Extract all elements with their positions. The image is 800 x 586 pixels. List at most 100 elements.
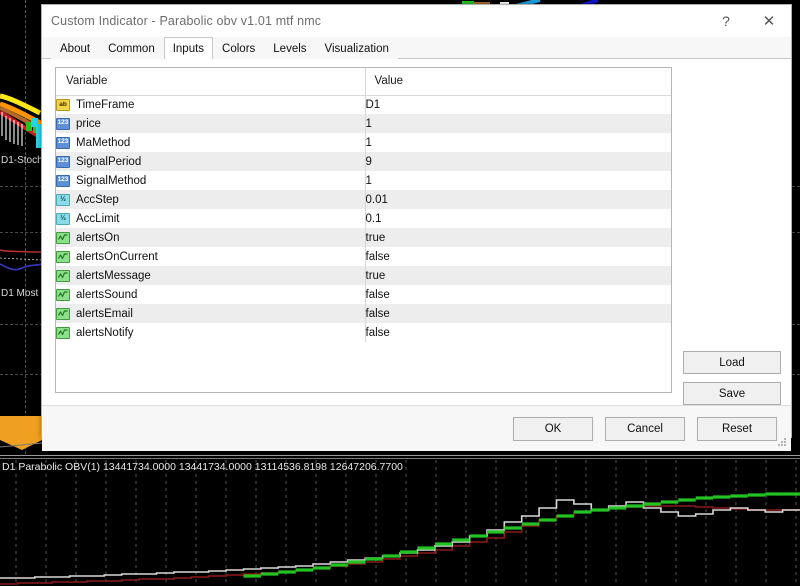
- table-row[interactable]: ½ AccStep 0.01: [56, 190, 671, 209]
- reset-button[interactable]: Reset: [697, 416, 777, 441]
- help-icon[interactable]: ?: [705, 6, 747, 37]
- table-row[interactable]: ½ AccLimit 0.1: [56, 209, 671, 228]
- tab-about[interactable]: About: [51, 38, 100, 59]
- bool-type-icon: [56, 288, 70, 301]
- variable-cell-content: 123 SignalMethod: [56, 174, 365, 187]
- variable-name: alertsMessage: [76, 269, 151, 282]
- variable-cell[interactable]: 123 MaMethod: [56, 133, 365, 152]
- variable-cell-content: 123 price: [56, 117, 365, 130]
- custom-indicator-dialog: Custom Indicator - Parabolic obv v1.01 m…: [41, 4, 792, 451]
- variable-cell[interactable]: 123 SignalMethod: [56, 171, 365, 190]
- cancel-button[interactable]: Cancel: [605, 416, 685, 441]
- value-cell[interactable]: true: [364, 228, 671, 247]
- variable-cell-content: alertsOn: [56, 231, 365, 244]
- table-row[interactable]: alertsOn true: [56, 228, 671, 247]
- tab-colors[interactable]: Colors: [213, 38, 265, 59]
- table-row[interactable]: 123 MaMethod 1: [56, 133, 671, 152]
- variable-cell[interactable]: alertsMessage: [56, 266, 365, 285]
- table-header-row: Variable Value: [56, 68, 671, 96]
- table-row[interactable]: alertsSound false: [56, 285, 671, 304]
- grip-dot: [781, 444, 783, 446]
- grip-dot: [781, 441, 783, 443]
- value-cell[interactable]: 0.1: [364, 209, 671, 228]
- bool-type-icon: [56, 326, 70, 339]
- inputs-table-body: ab TimeFrame D1 123 price 1 123 MaMethod 1 123 Sig…: [56, 95, 671, 342]
- variable-name: alertsOn: [76, 231, 120, 244]
- table-row[interactable]: alertsEmail false: [56, 304, 671, 323]
- variable-cell[interactable]: 123 price: [56, 114, 365, 133]
- value-cell[interactable]: 1: [364, 114, 671, 133]
- int-type-icon: 123: [56, 136, 70, 149]
- variable-cell-content: alertsOnCurrent: [56, 250, 365, 263]
- grip-dot: [778, 444, 780, 446]
- value-cell[interactable]: false: [364, 323, 671, 342]
- value-cell[interactable]: 0.01: [364, 190, 671, 209]
- parabolic-obv-pane: [0, 460, 800, 586]
- variable-cell[interactable]: ab TimeFrame: [56, 95, 365, 114]
- variable-cell-content: 123 SignalPeriod: [56, 155, 365, 168]
- table-row[interactable]: alertsMessage true: [56, 266, 671, 285]
- value-cell[interactable]: 1: [364, 133, 671, 152]
- value-cell[interactable]: false: [364, 304, 671, 323]
- variable-cell[interactable]: alertsSound: [56, 285, 365, 304]
- value-cell[interactable]: true: [364, 266, 671, 285]
- variable-name: alertsOnCurrent: [76, 250, 158, 263]
- variable-name: AccLimit: [76, 212, 120, 225]
- variable-name: alertsSound: [76, 288, 138, 301]
- pane-label-stoch: D1-Stoch(: [1, 155, 47, 166]
- variable-cell[interactable]: alertsEmail: [56, 304, 365, 323]
- dialog-body: Variable Value ab TimeFrame D1 123 price 1 123…: [42, 59, 791, 405]
- tab-levels[interactable]: Levels: [264, 38, 316, 59]
- pane-separator: [0, 455, 800, 456]
- column-header-variable[interactable]: Variable: [56, 68, 365, 96]
- variable-name: SignalMethod: [76, 174, 147, 187]
- dialog-footer: OK Cancel Reset: [42, 405, 791, 451]
- column-header-value[interactable]: Value: [364, 68, 671, 96]
- close-icon[interactable]: ✕: [747, 6, 791, 37]
- variable-name: alertsNotify: [76, 326, 134, 339]
- inputs-table: Variable Value ab TimeFrame D1 123 price 1 123…: [56, 68, 671, 342]
- variable-cell[interactable]: ½ AccLimit: [56, 209, 365, 228]
- side-button-group: Load Save: [683, 67, 781, 405]
- value-cell[interactable]: D1: [364, 95, 671, 114]
- variable-cell-content: alertsNotify: [56, 326, 365, 339]
- tab-inputs[interactable]: Inputs: [163, 37, 214, 59]
- table-row[interactable]: 123 SignalMethod 1: [56, 171, 671, 190]
- bool-type-icon: [56, 250, 70, 263]
- variable-cell-content: ½ AccLimit: [56, 212, 365, 225]
- save-button[interactable]: Save: [683, 382, 781, 405]
- pane-label-most: D1 Most (: [1, 288, 45, 299]
- inputs-table-container[interactable]: Variable Value ab TimeFrame D1 123 price 1 123…: [55, 67, 672, 393]
- obv-status-line: D1 Parabolic OBV(1) 13441734.0000 134417…: [2, 461, 403, 473]
- table-row[interactable]: alertsOnCurrent false: [56, 247, 671, 266]
- load-button[interactable]: Load: [683, 351, 781, 374]
- variable-cell-content: alertsSound: [56, 288, 365, 301]
- tab-visualization[interactable]: Visualization: [315, 38, 398, 59]
- variable-cell[interactable]: 123 SignalPeriod: [56, 152, 365, 171]
- table-row[interactable]: 123 SignalPeriod 9: [56, 152, 671, 171]
- ok-button[interactable]: OK: [513, 416, 593, 441]
- tab-common[interactable]: Common: [99, 38, 164, 59]
- table-row[interactable]: 123 price 1: [56, 114, 671, 133]
- bool-type-icon: [56, 269, 70, 282]
- variable-cell-content: 123 MaMethod: [56, 136, 365, 149]
- variable-cell-content: alertsEmail: [56, 307, 365, 320]
- pane-separator-2: [0, 458, 800, 459]
- value-cell[interactable]: 9: [364, 152, 671, 171]
- value-cell[interactable]: false: [364, 285, 671, 304]
- grip-dot: [784, 438, 786, 440]
- variable-cell[interactable]: alertsOn: [56, 228, 365, 247]
- value-cell[interactable]: false: [364, 247, 671, 266]
- variable-cell[interactable]: alertsOnCurrent: [56, 247, 365, 266]
- double-type-icon: ½: [56, 212, 70, 225]
- resize-grip[interactable]: [777, 438, 788, 449]
- variable-cell[interactable]: alertsNotify: [56, 323, 365, 342]
- table-row[interactable]: alertsNotify false: [56, 323, 671, 342]
- int-type-icon: 123: [56, 117, 70, 130]
- table-row[interactable]: ab TimeFrame D1: [56, 95, 671, 114]
- grip-dot: [784, 441, 786, 443]
- value-cell[interactable]: 1: [364, 171, 671, 190]
- variable-name: TimeFrame: [76, 98, 135, 111]
- variable-cell[interactable]: ½ AccStep: [56, 190, 365, 209]
- dialog-tabstrip: About Common Inputs Colors Levels Visualizati…: [42, 37, 791, 59]
